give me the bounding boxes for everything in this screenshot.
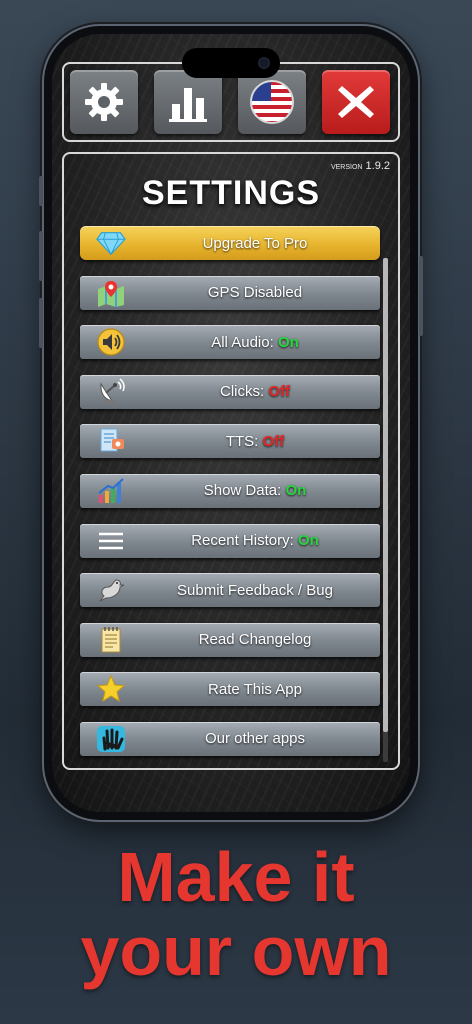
status-off: Off — [262, 432, 285, 450]
show-data-toggle[interactable]: Show Data: On — [80, 473, 380, 508]
settings-list: Upgrade To Pro GPS Disabled All Audio: O… — [80, 226, 380, 768]
page-title: SETTINGS — [141, 174, 321, 212]
item-label: All Audio: On — [211, 333, 299, 351]
tagline-line-2: your own — [80, 912, 392, 990]
map-pin-icon — [96, 279, 126, 307]
item-label: Clicks: Off — [219, 383, 290, 401]
scrollbar-thumb[interactable] — [383, 258, 388, 732]
scrollbar[interactable] — [383, 258, 388, 762]
item-label: Rate This App — [208, 680, 302, 698]
settings-panel: VERSION 1.9.2 SETTINGS Upgrade To Pro GP… — [62, 152, 400, 770]
other-apps-button[interactable]: Our other apps — [80, 721, 380, 756]
satellite-dish-icon — [96, 378, 126, 406]
gps-toggle[interactable]: GPS Disabled — [80, 275, 380, 310]
tts-toggle[interactable]: TTS: Off — [80, 424, 380, 459]
bar-chart-icon — [169, 88, 207, 122]
us-flag-icon — [250, 80, 294, 124]
document-speech-icon — [96, 427, 126, 455]
growth-chart-icon — [96, 477, 126, 505]
recent-history-toggle[interactable]: Recent History: On — [80, 523, 380, 558]
tagline-line-1: Make it — [117, 838, 355, 916]
phone-power-button — [419, 256, 423, 336]
close-icon — [338, 86, 374, 118]
rate-app-button[interactable]: Rate This App — [80, 672, 380, 707]
close-button[interactable] — [322, 70, 390, 134]
phone-volume-up — [39, 231, 43, 281]
version-label: VERSION 1.9.2 — [331, 160, 390, 172]
speaker-icon — [96, 328, 126, 356]
notepad-icon — [96, 626, 126, 654]
diamond-icon — [96, 229, 126, 257]
phone-volume-down — [39, 298, 43, 348]
item-label: Read Changelog — [198, 631, 312, 649]
status-on: On — [297, 532, 319, 550]
item-label: Submit Feedback / Bug — [177, 581, 333, 599]
submit-feedback-button[interactable]: Submit Feedback / Bug — [80, 573, 380, 608]
item-label: Upgrade To Pro — [202, 234, 308, 252]
item-label: Our other apps — [204, 730, 306, 748]
phone-side-button — [39, 176, 43, 206]
item-label: TTS: Off — [225, 432, 285, 450]
all-audio-toggle[interactable]: All Audio: On — [80, 325, 380, 360]
phone-frame: VERSION 1.9.2 SETTINGS Upgrade To Pro GP… — [39, 26, 423, 820]
settings-button[interactable] — [70, 70, 138, 134]
gear-icon — [85, 83, 123, 121]
status-on: On — [277, 333, 299, 351]
item-label: Recent History: On — [191, 532, 319, 550]
star-icon — [96, 675, 126, 703]
read-changelog-button[interactable]: Read Changelog — [80, 622, 380, 657]
status-on: On — [285, 482, 307, 500]
item-label: Show Data: On — [203, 482, 307, 500]
upgrade-pro-button[interactable]: Upgrade To Pro — [80, 226, 380, 260]
language-button[interactable] — [238, 70, 306, 134]
version-prefix: VERSION — [330, 164, 363, 171]
item-label: GPS Disabled — [207, 284, 303, 302]
version-number: 1.9.2 — [365, 160, 390, 172]
camera-icon — [258, 57, 270, 69]
clicks-toggle[interactable]: Clicks: Off — [80, 374, 380, 409]
hand-icon — [96, 725, 126, 753]
menu-lines-icon — [96, 527, 126, 555]
bird-icon — [96, 576, 126, 604]
app-screen: VERSION 1.9.2 SETTINGS Upgrade To Pro GP… — [52, 34, 410, 812]
dynamic-island — [182, 48, 280, 78]
stats-button[interactable] — [154, 70, 222, 134]
status-off: Off — [268, 383, 290, 401]
promo-tagline: Make it your own — [0, 840, 472, 988]
